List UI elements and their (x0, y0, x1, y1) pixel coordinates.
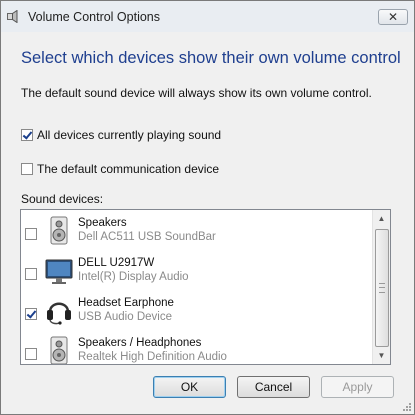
speaker-icon (50, 336, 68, 364)
default-communication-checkbox[interactable] (21, 163, 33, 175)
all-devices-playing-checkbox[interactable] (21, 129, 33, 141)
title-bar: Volume Control Options ✕ (1, 1, 414, 32)
scroll-thumb[interactable] (375, 229, 389, 347)
dialog-description: The default sound device will always sho… (21, 86, 372, 100)
device-name: DELL U2917W (78, 257, 155, 269)
headset-icon (47, 302, 71, 325)
device-subtitle: Dell AC511 USB SoundBar (78, 231, 216, 243)
list-item-device-speakers-headphones[interactable]: Speakers / Headphones Realtek High Defin… (21, 332, 373, 364)
device-checkbox[interactable] (25, 268, 37, 280)
list-item-device-headset-earphone[interactable]: Headset Earphone USB Audio Device (21, 292, 373, 332)
devices-scrollbar[interactable]: ▲ ▼ (372, 210, 390, 364)
device-subtitle: USB Audio Device (78, 311, 172, 323)
device-checkbox[interactable] (25, 348, 37, 360)
grip-icon (379, 283, 385, 293)
cancel-button[interactable]: Cancel (237, 376, 310, 398)
scroll-down-arrow-icon[interactable]: ▼ (373, 347, 390, 364)
window-title: Volume Control Options (28, 10, 161, 24)
device-subtitle: Intel(R) Display Audio (78, 271, 189, 283)
checkmark-icon (26, 308, 37, 319)
device-name: Speakers / Headphones (78, 337, 202, 349)
all-devices-playing-label: All devices currently playing sound (37, 128, 222, 142)
speaker-icon (50, 216, 68, 245)
device-checkbox[interactable] (25, 308, 37, 320)
checkmark-icon (22, 129, 33, 140)
device-subtitle: Realtek High Definition Audio (78, 351, 227, 363)
device-name: Speakers (78, 217, 127, 229)
scroll-up-arrow-icon[interactable]: ▲ (373, 210, 390, 227)
all-devices-playing-option[interactable]: All devices currently playing sound (21, 128, 221, 142)
dialog-heading: Select which devices show their own volu… (21, 49, 401, 67)
resize-grip-icon[interactable] (402, 402, 412, 412)
dialog-content: Select which devices show their own volu… (1, 32, 414, 414)
volume-control-options-window: Volume Control Options ✕ Select which de… (0, 0, 415, 415)
ok-button[interactable]: OK (153, 376, 226, 398)
close-icon: ✕ (387, 10, 399, 24)
list-item-device-speakers-dell[interactable]: Speakers Dell AC511 USB SoundBar (21, 212, 373, 252)
default-communication-option[interactable]: The default communication device (21, 162, 219, 176)
sound-devices-list[interactable]: Speakers Dell AC511 USB SoundBar DELL U2… (20, 209, 391, 365)
monitor-icon (45, 259, 73, 284)
list-item-device-dell-monitor[interactable]: DELL U2917W Intel(R) Display Audio (21, 252, 373, 292)
speaker-app-icon (7, 10, 18, 23)
default-communication-label: The default communication device (37, 162, 220, 176)
close-button[interactable]: ✕ (378, 9, 408, 25)
device-name: Headset Earphone (78, 297, 174, 309)
apply-button[interactable]: Apply (321, 376, 394, 398)
sound-devices-label: Sound devices: (21, 192, 104, 206)
device-checkbox[interactable] (25, 228, 37, 240)
